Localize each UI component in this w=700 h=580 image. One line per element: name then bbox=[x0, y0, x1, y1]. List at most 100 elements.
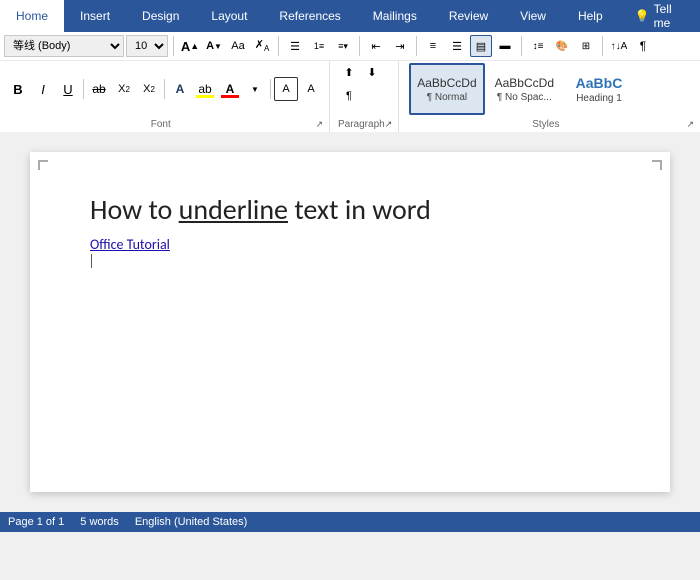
strikethrough-button[interactable]: ab bbox=[87, 77, 111, 101]
font-group: B I U ab X2 X2 A ab A ▼ bbox=[0, 61, 330, 132]
style-normal[interactable]: AaBbCcDd ¶ Normal bbox=[409, 63, 484, 115]
show-para-icon: ¶ bbox=[640, 39, 646, 53]
shrink-font-icon: A bbox=[206, 40, 214, 52]
tab-insert[interactable]: Insert bbox=[64, 0, 126, 32]
separator4 bbox=[416, 36, 417, 56]
align-center-button[interactable]: ☰ bbox=[446, 35, 468, 57]
bold-button[interactable]: B bbox=[6, 77, 30, 101]
decrease-indent-icon: ⇤ bbox=[371, 40, 380, 53]
justify-button[interactable]: ▬ bbox=[494, 35, 516, 57]
font-size-select[interactable]: 10.5 bbox=[126, 35, 168, 57]
superscript-button[interactable]: X2 bbox=[137, 77, 161, 101]
clear-format-button[interactable]: ✗A bbox=[251, 35, 273, 57]
decrease-indent-button[interactable]: ⇤ bbox=[365, 35, 387, 57]
style-no-spacing-label: ¶ No Spac... bbox=[497, 92, 552, 103]
title-part1: How to bbox=[90, 192, 179, 227]
italic-button[interactable]: I bbox=[31, 77, 55, 101]
lightbulb-icon: 💡 bbox=[635, 9, 650, 23]
corner-tl bbox=[38, 160, 48, 170]
borders-button[interactable]: ⊞ bbox=[575, 35, 597, 57]
align-right-button[interactable]: ▤ bbox=[470, 35, 492, 57]
document-title: How to underline text in word bbox=[90, 192, 610, 228]
show-para-button[interactable]: ¶ bbox=[632, 35, 654, 57]
font-name-select[interactable]: 等线 (Body) bbox=[4, 35, 124, 57]
font-color-bar bbox=[221, 95, 239, 98]
style-heading1-preview: AaBbC bbox=[576, 75, 623, 91]
styles-group: AaBbCcDd ¶ Normal AaBbCcDd ¶ No Spac... … bbox=[399, 61, 700, 132]
highlight-color-button[interactable]: ab bbox=[193, 77, 217, 101]
paragraph-group-label: Paragraph ↗ bbox=[338, 119, 392, 130]
document-page[interactable]: How to underline text in word Office Tut… bbox=[30, 152, 670, 492]
show-marks-button[interactable]: ¶ bbox=[338, 85, 360, 107]
shrink-font-button[interactable]: A▼ bbox=[203, 35, 225, 57]
sep3 bbox=[270, 79, 271, 99]
style-heading1[interactable]: AaBbC Heading 1 bbox=[564, 63, 634, 115]
tab-references[interactable]: References bbox=[263, 0, 356, 32]
status-bar: Page 1 of 1 5 words English (United Stat… bbox=[0, 512, 700, 532]
char-shade-button[interactable]: A bbox=[299, 77, 323, 101]
sort-button[interactable]: ↑↓A bbox=[608, 35, 630, 57]
style-no-spacing[interactable]: AaBbCcDd ¶ No Spac... bbox=[487, 63, 562, 115]
tab-help[interactable]: Help bbox=[562, 0, 619, 32]
title-part3: text in word bbox=[288, 192, 431, 227]
font-color-arrow[interactable]: ▼ bbox=[243, 77, 267, 101]
align-left-button[interactable]: ≡ bbox=[422, 35, 444, 57]
para-row-1: ⬆ ⬇ bbox=[338, 61, 383, 83]
text-cursor bbox=[91, 254, 92, 268]
page-info: Page 1 of 1 bbox=[8, 516, 64, 528]
styles-group-label: Styles ↗ bbox=[405, 119, 694, 130]
style-no-spacing-preview: AaBbCcDd bbox=[495, 76, 554, 90]
change-case-icon: Aa bbox=[231, 40, 244, 52]
grow-font-button[interactable]: A▲ bbox=[179, 35, 201, 57]
para-spacing-up-button[interactable]: ⬆ bbox=[338, 61, 360, 83]
document-area: How to underline text in word Office Tut… bbox=[0, 132, 700, 512]
style-heading1-label: Heading 1 bbox=[576, 93, 622, 104]
shading-button[interactable]: 🎨 bbox=[551, 35, 573, 57]
paragraph-group: ⬆ ⬇ ¶ Paragraph ↗ bbox=[330, 61, 399, 132]
borders-icon: ⊞ bbox=[582, 41, 590, 52]
highlight-icon: ab bbox=[198, 82, 211, 96]
separator bbox=[173, 36, 174, 56]
font-group-label: Font ↗ bbox=[6, 119, 323, 130]
align-center-icon: ☰ bbox=[452, 40, 462, 53]
tab-mailings[interactable]: Mailings bbox=[357, 0, 433, 32]
tab-view[interactable]: View bbox=[504, 0, 562, 32]
font-color-icon: A bbox=[226, 82, 235, 96]
office-tutorial-link[interactable]: Office Tutorial bbox=[90, 236, 170, 253]
shading-icon: 🎨 bbox=[556, 41, 568, 52]
line-spacing-button[interactable]: ↕≡ bbox=[527, 35, 549, 57]
paragraph-expand-icon[interactable]: ↗ bbox=[385, 119, 393, 130]
ribbon: 等线 (Body) 10.5 A▲ A▼ Aa ✗A ☰ 1≡ ≡▾ bbox=[0, 32, 700, 132]
menu-bar: Home Insert Design Layout References Mai… bbox=[0, 0, 700, 32]
numbering-button[interactable]: 1≡ bbox=[308, 35, 330, 57]
subscript-button[interactable]: X2 bbox=[112, 77, 136, 101]
font-group-content: B I U ab X2 X2 A ab A ▼ bbox=[6, 61, 323, 117]
title-underline-word: underline bbox=[179, 192, 288, 227]
font-expand-icon[interactable]: ↗ bbox=[315, 119, 323, 130]
ribbon-row2: B I U ab X2 X2 A ab A ▼ bbox=[0, 60, 700, 132]
tab-layout[interactable]: Layout bbox=[195, 0, 263, 32]
language: English (United States) bbox=[135, 516, 248, 528]
tab-home[interactable]: Home bbox=[0, 0, 64, 32]
underline-button[interactable]: U bbox=[56, 77, 80, 101]
document-link[interactable]: Office Tutorial bbox=[90, 236, 610, 253]
tab-review[interactable]: Review bbox=[433, 0, 504, 32]
align-right-icon: ▤ bbox=[476, 40, 486, 53]
increase-indent-button[interactable]: ⇥ bbox=[389, 35, 411, 57]
styles-expand-icon[interactable]: ↗ bbox=[686, 119, 694, 130]
change-case-button[interactable]: Aa bbox=[227, 35, 249, 57]
tab-tellme[interactable]: 💡 Tell me bbox=[619, 0, 700, 32]
justify-icon: ▬ bbox=[500, 40, 511, 52]
text-effects-button[interactable]: A bbox=[168, 77, 192, 101]
sep2 bbox=[164, 79, 165, 99]
char-border-button[interactable]: A bbox=[274, 77, 298, 101]
multilevel-icon: ≡▾ bbox=[338, 41, 348, 52]
font-color-button[interactable]: A bbox=[218, 77, 242, 101]
ribbon-row1: 等线 (Body) 10.5 A▲ A▼ Aa ✗A ☰ 1≡ ≡▾ bbox=[0, 32, 700, 60]
para-spacing-down-button[interactable]: ⬇ bbox=[361, 61, 383, 83]
separator5 bbox=[521, 36, 522, 56]
tab-design[interactable]: Design bbox=[126, 0, 195, 32]
multilevel-list-button[interactable]: ≡▾ bbox=[332, 35, 354, 57]
separator2 bbox=[278, 36, 279, 56]
bullets-button[interactable]: ☰ bbox=[284, 35, 306, 57]
